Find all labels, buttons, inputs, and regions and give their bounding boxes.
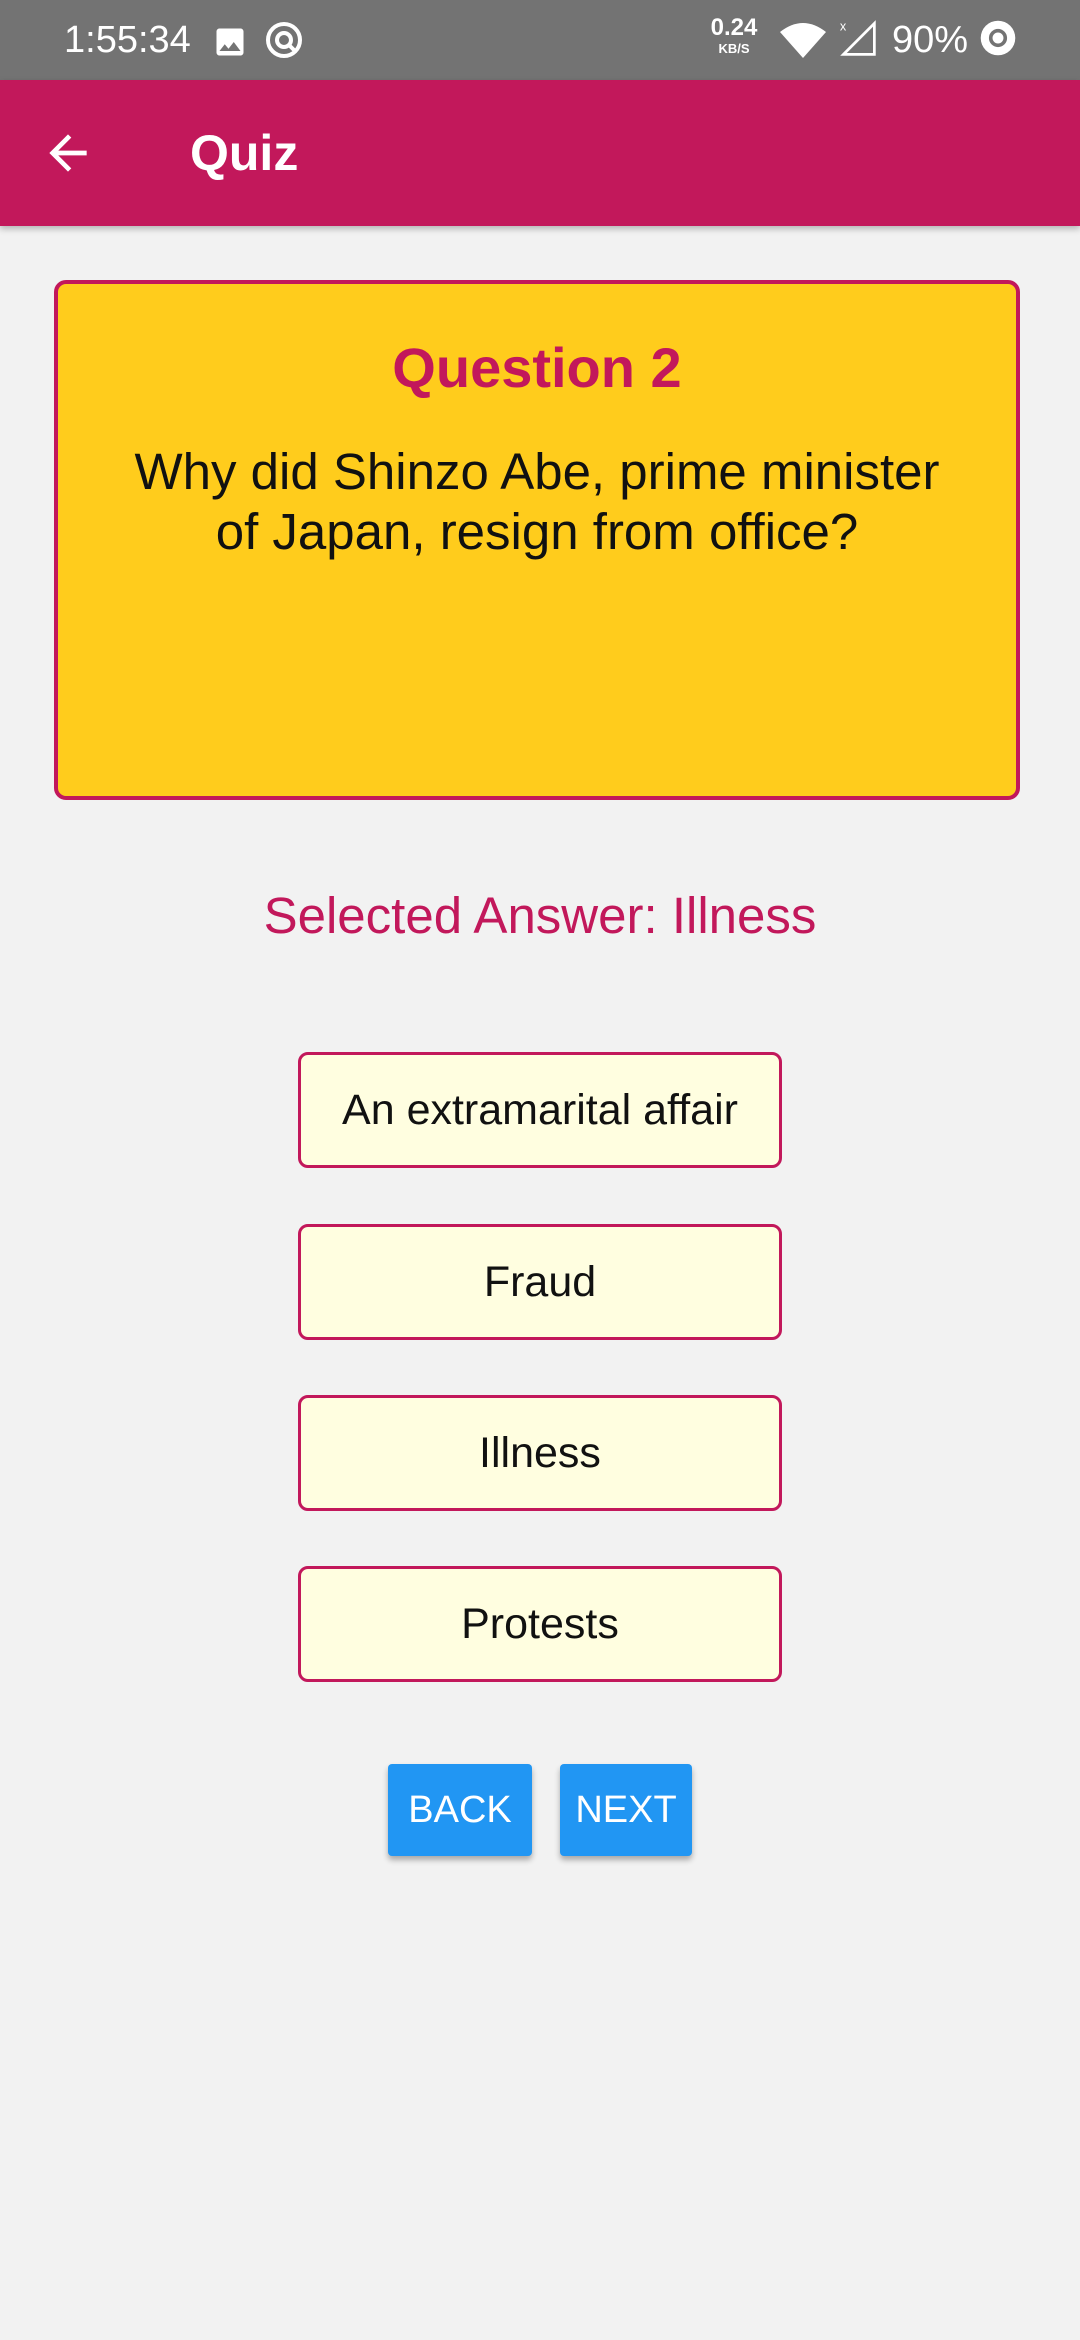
network-speed: 0.24 KB/S	[706, 14, 762, 56]
network-speed-value: 0.24	[710, 14, 758, 41]
back-button[interactable]: BACK	[388, 1764, 532, 1856]
svg-text:x: x	[840, 19, 847, 34]
network-speed-unit: KB/S	[718, 41, 750, 56]
battery-icon	[980, 20, 1016, 56]
wifi-icon	[780, 23, 826, 58]
app-bar: Quiz	[0, 80, 1080, 226]
answer-option[interactable]: Protests	[298, 1566, 782, 1682]
answer-option[interactable]: Illness	[298, 1395, 782, 1511]
sync-icon	[266, 22, 302, 58]
app-title: Quiz	[190, 125, 299, 181]
question-number: Question 2	[392, 336, 682, 399]
status-bar: 1:55:34 0.24 KB/S x 90%	[0, 0, 1080, 80]
question-text: Why did Shinzo Abe, prime minister of Ja…	[134, 443, 940, 560]
back-arrow-icon[interactable]	[40, 125, 96, 181]
status-time: 1:55:34	[64, 19, 191, 61]
question-card: Question 2 Why did Shinzo Abe, prime min…	[54, 280, 1020, 800]
signal-icon: x	[840, 19, 876, 56]
selected-answer: Selected Answer: Illness	[263, 887, 817, 944]
answer-option[interactable]: Fraud	[298, 1224, 782, 1340]
next-button[interactable]: NEXT	[560, 1764, 692, 1856]
answer-option[interactable]: An extramarital affair	[298, 1052, 782, 1168]
battery-percent: 90%	[892, 19, 969, 61]
image-icon	[216, 28, 244, 56]
